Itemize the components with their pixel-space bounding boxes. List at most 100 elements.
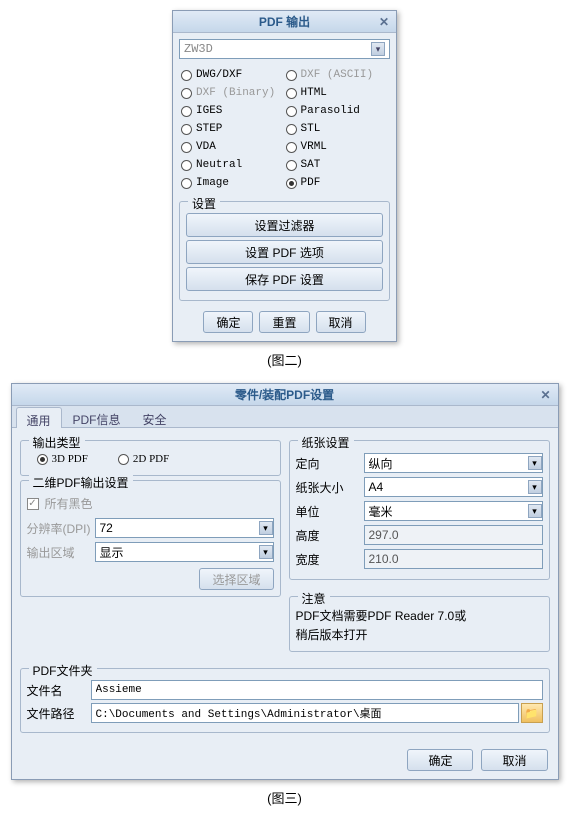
radio-label: STL [301,123,321,135]
reset-button[interactable]: 重置 [259,311,309,333]
radio-icon [286,124,297,135]
radio-icon [286,106,297,117]
checkbox-icon [27,498,39,510]
label: 所有黑色 [45,495,93,512]
chevron-down-icon: ▾ [528,504,542,518]
radio-label: PDF [301,177,321,189]
tab-security[interactable]: 安全 [132,406,178,427]
legend: 注意 [298,590,330,607]
radio-label: SAT [301,159,321,171]
browse-folder-icon[interactable]: 📁 [521,703,543,723]
legend: 二维PDF输出设置 [29,474,133,491]
radio-dxf-binary-[interactable]: DXF (Binary) [181,87,284,99]
width-input[interactable] [364,549,543,569]
dropdown-value: ZW3D [184,42,213,56]
legend: 输出类型 [29,434,85,451]
radio-icon [286,178,297,189]
tab-pdfinfo[interactable]: PDF信息 [62,406,132,427]
radio-icon [181,106,192,117]
area-select[interactable]: 显示 ▾ [95,542,274,562]
height-input[interactable] [364,525,543,545]
width-label: 宽度 [296,551,360,568]
titlebar: 零件/装配PDF设置 ✕ [12,384,558,406]
title-text: PDF 输出 [259,13,310,30]
radio-icon [181,142,192,153]
chevron-down-icon: ▾ [259,521,273,535]
radio-icon [37,454,48,465]
height-label: 高度 [296,527,360,544]
radio-stl[interactable]: STL [286,123,389,135]
radio-iges[interactable]: IGES [181,105,284,117]
radio-2d-pdf[interactable]: 2D PDF [118,453,169,465]
settings-legend: 设置 [188,195,220,212]
radio-icon [181,70,192,81]
radio-label: Parasolid [301,105,360,117]
filename-input[interactable] [91,680,543,700]
tabs: 通用 PDF信息 安全 [12,406,558,428]
chevron-down-icon: ▾ [528,480,542,494]
filename-label: 文件名 [27,682,91,699]
save-pdf-settings-button[interactable]: 保存 PDF 设置 [186,267,383,291]
radio-vrml[interactable]: VRML [286,141,389,153]
close-icon[interactable]: ✕ [376,14,392,30]
left-column: 输出类型 3D PDF 2D PDF 二维PDF输出设置 所有黑色 [20,436,281,656]
chevron-down-icon: ▾ [371,42,385,56]
note-group: 注意 PDF文档需要PDF Reader 7.0或 稍后版本打开 [289,596,550,652]
output-type-group: 输出类型 3D PDF 2D PDF [20,440,281,476]
dialog-buttons: 确定 重置 取消 [179,305,390,335]
content: ZW3D ▾ DWG/DXF DXF (ASCII)DXF (Binary)HTM… [173,33,396,341]
radio-label: IGES [196,105,222,117]
radio-dwg-dxf[interactable]: DWG/DXF [181,69,284,81]
dpi-select[interactable]: 72 ▾ [95,518,274,538]
unit-select[interactable]: 毫米▾ [364,501,543,521]
all-black-checkbox[interactable]: 所有黑色 [27,495,274,512]
radio-label: STEP [196,123,222,135]
radio-label: Neutral [196,159,242,171]
orient-label: 定向 [296,455,360,472]
titlebar: PDF 输出 ✕ [173,11,396,33]
radio-neutral[interactable]: Neutral [181,159,284,171]
body: 输出类型 3D PDF 2D PDF 二维PDF输出设置 所有黑色 [12,428,558,779]
close-icon[interactable]: ✕ [538,387,554,403]
cancel-button[interactable]: 取消 [316,311,366,333]
value: 显示 [100,544,124,561]
format-radios: DWG/DXF DXF (ASCII)DXF (Binary)HTML IGES Pa… [179,65,390,197]
radio-label: DWG/DXF [196,69,242,81]
size-label: 纸张大小 [296,479,360,496]
filter-button[interactable]: 设置过滤器 [186,213,383,237]
label: 3D PDF [52,453,88,465]
figure-caption-3: (图三) [10,788,559,807]
filepath-input[interactable] [91,703,519,723]
radio-label: VDA [196,141,216,153]
ok-button[interactable]: 确定 [407,749,473,771]
size-select[interactable]: A4▾ [364,477,543,497]
radio-dxf-ascii-[interactable]: DXF (ASCII) [286,69,389,81]
radio-3d-pdf[interactable]: 3D PDF [37,453,88,465]
pdf-folder-group: PDF文件夹 文件名 文件路径 📁 [20,668,550,733]
radio-vda[interactable]: VDA [181,141,284,153]
cancel-button[interactable]: 取消 [481,749,547,771]
paper-group: 纸张设置 定向 纵向▾ 纸张大小 A4▾ 单位 毫米▾ 高度 宽度 [289,440,550,580]
radio-step[interactable]: STEP [181,123,284,135]
format-dropdown[interactable]: ZW3D ▾ [179,39,390,59]
2d-pdf-group: 二维PDF输出设置 所有黑色 分辨率(DPI) 72 ▾ 输出区域 显示 [20,480,281,597]
orient-select[interactable]: 纵向▾ [364,453,543,473]
radio-icon [286,70,297,81]
tab-general[interactable]: 通用 [16,407,62,428]
select-area-button[interactable]: 选择区域 [199,568,273,590]
radio-image[interactable]: Image [181,177,284,189]
radio-parasolid[interactable]: Parasolid [286,105,389,117]
settings-group: 设置 设置过滤器 设置 PDF 选项 保存 PDF 设置 [179,201,390,301]
ok-button[interactable]: 确定 [203,311,253,333]
pdf-export-dialog: PDF 输出 ✕ ZW3D ▾ DWG/DXF DXF (ASCII)DXF (B… [172,10,397,342]
value: 72 [100,521,113,535]
pdf-settings-dialog: 零件/装配PDF设置 ✕ 通用 PDF信息 安全 输出类型 3D PDF 2D … [11,383,559,780]
filepath-label: 文件路径 [27,705,91,722]
title-text: 零件/装配PDF设置 [235,386,334,403]
area-label: 输出区域 [27,544,91,561]
radio-sat[interactable]: SAT [286,159,389,171]
radio-icon [286,142,297,153]
pdf-options-button[interactable]: 设置 PDF 选项 [186,240,383,264]
radio-html[interactable]: HTML [286,87,389,99]
radio-pdf[interactable]: PDF [286,177,389,189]
